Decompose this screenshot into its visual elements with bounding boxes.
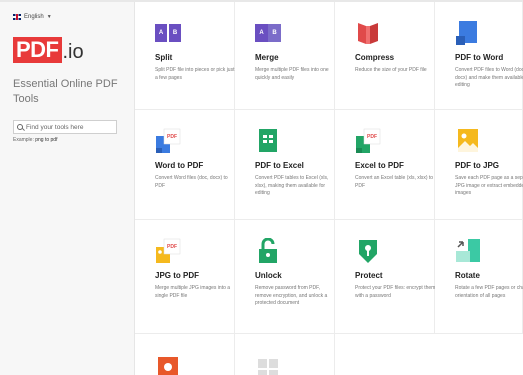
tool-desc: Convert an Excel table (xls, xlsx) to PD… — [355, 175, 434, 189]
excel-to-pdf-icon: PDF — [356, 128, 381, 153]
search-example: Example: png to pdf — [13, 137, 57, 143]
pdf-to-jpg-icon — [458, 129, 478, 152]
tool-desc: Convert PDF tables to Excel (xls, xlsx),… — [255, 175, 329, 196]
tool-word-to-pdf[interactable]: PDF Word to PDF Convert Word files (doc,… — [135, 110, 235, 220]
tool-desc: Reduce the size of your PDF file — [355, 67, 427, 73]
logo-box: PDF — [13, 37, 62, 63]
tool-desc: Convert Word files (doc, docx) to PDF — [155, 175, 228, 189]
protect-icon — [359, 240, 377, 263]
tool-more[interactable] — [235, 334, 335, 375]
word-to-pdf-icon: PDF — [156, 128, 181, 153]
example-label: Example: — [13, 137, 34, 143]
tool-name: PDF to Excel — [255, 161, 304, 170]
tool-desc: Merge multiple PDF files into one quickl… — [255, 67, 329, 81]
pdf-to-word-icon — [456, 21, 477, 45]
tool-name: Rotate — [455, 271, 480, 280]
tool-name: Merge — [255, 53, 279, 62]
tool-unlock[interactable]: Unlock Remove password from PDF, remove … — [235, 220, 335, 334]
rotate-icon — [456, 239, 480, 262]
jpg-to-pdf-icon: PDF — [156, 238, 181, 263]
pdf-badge: PDF — [167, 244, 177, 250]
tool-name: JPG to PDF — [155, 271, 200, 280]
tool-pdf-to-ppt[interactable] — [135, 334, 235, 375]
compress-icon — [358, 23, 378, 44]
merge-icon-right: B — [268, 24, 281, 42]
pdf-badge: PDF — [167, 134, 177, 140]
search-box[interactable] — [13, 120, 117, 134]
search-icon — [17, 124, 23, 130]
tool-name: Unlock — [255, 271, 282, 280]
tool-pdf-to-excel[interactable]: PDF to Excel Convert PDF tables to Excel… — [235, 110, 335, 220]
tool-desc: Split PDF file into pieces or pick just … — [155, 67, 235, 81]
tool-rotate[interactable]: Rotate Rotate a few PDF pages or change … — [435, 220, 523, 334]
language-selector[interactable]: English ▼ — [13, 14, 52, 20]
tool-desc: Remove password from PDF, remove encrypt… — [255, 285, 328, 306]
unlock-icon — [259, 238, 277, 263]
logo-suffix: .io — [62, 41, 84, 63]
tool-merge[interactable]: A B Merge Merge multiple PDF files into … — [235, 2, 335, 110]
tool-name: Split — [155, 53, 173, 62]
tool-desc: Rotate a few PDF pages or change orienta… — [455, 285, 523, 299]
logo[interactable]: PDF .io — [13, 37, 84, 63]
search-input[interactable] — [26, 123, 116, 131]
presentation-icon — [158, 357, 178, 375]
chevron-down-icon: ▼ — [46, 14, 52, 20]
tool-desc: Protect your PDF files: encrypt them wit… — [355, 285, 436, 299]
tool-pdf-to-jpg[interactable]: PDF to JPG Save each PDF page as a separ… — [435, 110, 523, 220]
tool-desc: Save each PDF page as a separate JPG ima… — [455, 175, 523, 196]
sidebar: English ▼ PDF .io Essential Online PDF T… — [0, 2, 135, 375]
pdf-to-excel-icon — [259, 129, 277, 152]
tool-name: Compress — [355, 53, 395, 62]
split-icon: A B — [155, 20, 181, 46]
example-link[interactable]: png to pdf — [35, 137, 57, 143]
tool-jpg-to-pdf[interactable]: PDF JPG to PDF Merge multiple JPG images… — [135, 220, 235, 334]
pdf-badge: PDF — [367, 134, 377, 140]
merge-icon-left: A — [255, 24, 268, 42]
tool-desc: Merge multiple JPG images into a single … — [155, 285, 231, 299]
tool-split[interactable]: A B Split Split PDF file into pieces or … — [135, 2, 235, 110]
tool-name: Excel to PDF — [355, 161, 404, 170]
tool-protect[interactable]: Protect Protect your PDF files: encrypt … — [335, 220, 435, 334]
tagline: Essential Online PDF Tools — [13, 78, 118, 105]
tool-desc: Convert PDF files to Word (doc, docx) an… — [455, 67, 523, 88]
uk-flag-icon — [13, 14, 21, 20]
tool-pdf-to-word[interactable]: PDF to Word Convert PDF files to Word (d… — [435, 2, 523, 110]
tool-compress[interactable]: Compress Reduce the size of your PDF fil… — [335, 2, 435, 110]
tool-excel-to-pdf[interactable]: PDF Excel to PDF Convert an Excel table … — [335, 110, 435, 220]
grid-icon — [258, 359, 278, 375]
tool-name: PDF to JPG — [455, 161, 500, 170]
language-label: English — [24, 14, 44, 20]
tool-name: Protect — [355, 271, 383, 280]
split-icon-right: B — [169, 24, 181, 42]
merge-icon: A B — [255, 20, 281, 46]
tool-name: PDF to Word — [455, 53, 504, 62]
tools-grid: A B Split Split PDF file into pieces or … — [135, 2, 523, 375]
split-icon-left: A — [155, 24, 167, 42]
tool-name: Word to PDF — [155, 161, 204, 170]
